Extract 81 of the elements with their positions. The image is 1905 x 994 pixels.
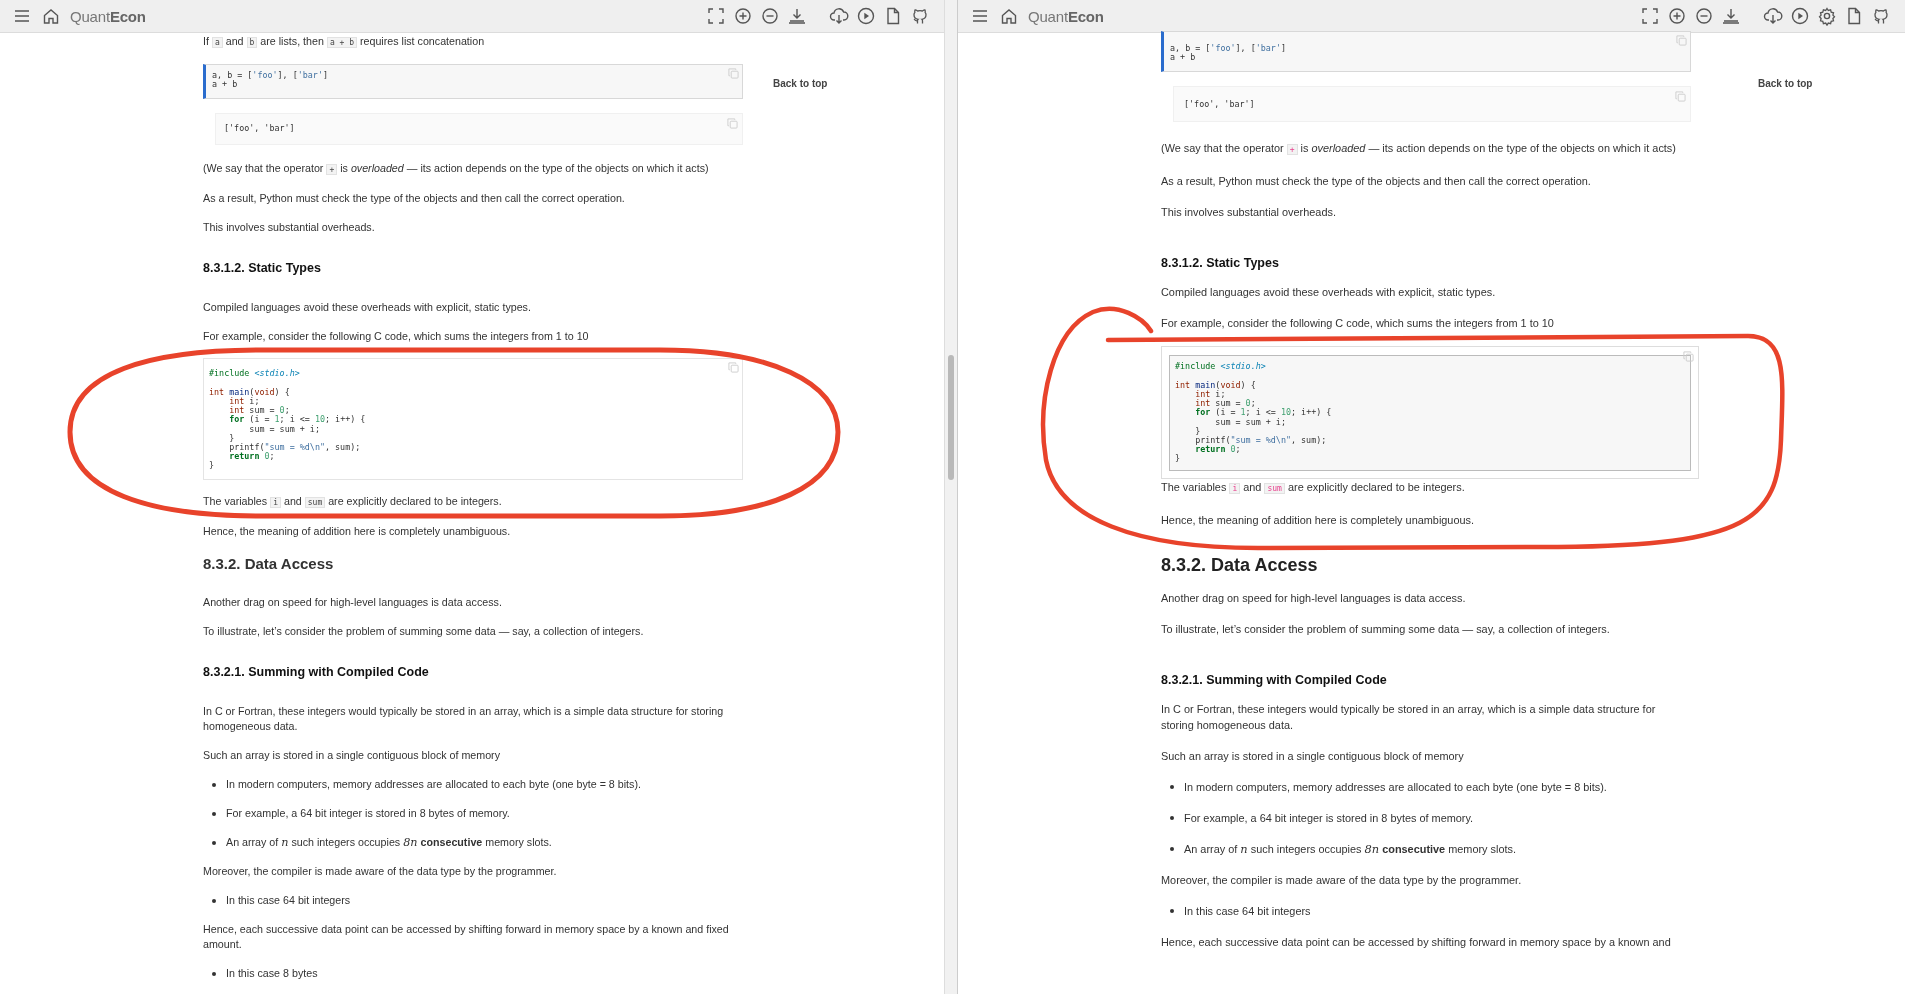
site-logo[interactable]: QuantEcon — [70, 7, 146, 25]
paragraph: This involves substantial overheads. — [1161, 205, 1337, 221]
bullet-icon — [1170, 784, 1174, 789]
paragraph: For example, consider the following C code, which sums the integers from 1 to 10 — [203, 329, 590, 345]
octocat-icon[interactable] — [910, 6, 930, 26]
site-logo[interactable]: QuantEcon — [1028, 7, 1104, 25]
paragraph: Such an array is stored in a single contiguous block of memory — [1161, 748, 1465, 764]
paragraph: Another drag on speed for high-level languages is data access. — [203, 594, 503, 610]
paragraph: Another drag on speed for high-level languages is data access. — [1161, 590, 1467, 606]
paragraph: In C or Fortran, these integers would typically be stored in an array, which is a simple data structure for storing homogeneous data. — [203, 703, 725, 734]
octocat-icon[interactable] — [1871, 6, 1891, 26]
paragraph: Such an array is stored in a single contiguous block of memory — [203, 747, 502, 763]
back-to-top-link[interactable]: Back to top — [1758, 78, 1813, 89]
bullet-icon — [212, 971, 216, 976]
section-heading: 8.3.1.2. Static Types — [1161, 255, 1280, 272]
bullet-icon — [212, 898, 216, 903]
output-block: ['foo', 'bar'] — [1173, 86, 1691, 123]
bullet-icon — [1170, 815, 1174, 820]
fullscreen-icon[interactable] — [706, 6, 726, 26]
scrollbar[interactable] — [944, 0, 957, 994]
bullet-icon — [1170, 846, 1174, 851]
list-item: An array of n such integers occupies 8n consecutive memory slots. — [1184, 840, 1516, 857]
paragraph: Hence, each successive data point can be accessed by shifting forward in memory space by a known and — [1161, 934, 1672, 950]
paragraph: For example, consider the following C code, which sums the integers from 1 to 10 — [1161, 316, 1555, 332]
list-item: In this case 64 bit integers — [226, 892, 351, 908]
paragraph: Moreover, the compiler is made aware of the data type by the programmer. — [203, 863, 558, 879]
list-item: In modern computers, memory addresses are allocated to each byte (one byte = 8 bits). — [226, 776, 641, 792]
list-item: An array of n such integers occupies 8n consecutive memory slots. — [226, 834, 552, 850]
back-to-top-link[interactable]: Back to top — [773, 78, 828, 89]
paragraph: To illustrate, let’s consider the problem of summing some data — say, a collection of integers. — [1161, 621, 1611, 637]
list-item: For example, a 64 bit integer is stored in 8 bytes of memory. — [1184, 810, 1474, 826]
play-icon[interactable] — [856, 6, 876, 26]
code-block: a, b = ['foo'], ['bar'] a + b — [1161, 31, 1691, 73]
zoom-in-icon[interactable] — [1667, 6, 1687, 26]
output-block: ['foo', 'bar'] — [215, 113, 743, 146]
section-heading: 8.3.1.2. Static Types — [203, 260, 322, 277]
list-item: In modern computers, memory addresses are allocated to each byte (one byte = 8 bits). — [1184, 779, 1607, 795]
settings-icon[interactable] — [1817, 6, 1837, 26]
cloud-download-icon[interactable] — [1763, 6, 1783, 26]
paragraph: Hence, each successive data point can be accessed by shifting forward in memory space by a known and fixed amount. — [203, 921, 730, 952]
paragraph: As a result, Python must check the type of the objects and then call the correct operation. — [1161, 174, 1592, 190]
section-heading: 8.3.2. Data Access — [203, 554, 335, 573]
code-block: a, b = ['foo'], ['bar'] a + b — [203, 64, 743, 100]
section-heading: 8.3.2.1. Summing with Compiled Code — [203, 663, 430, 680]
zoom-in-icon[interactable] — [733, 6, 753, 26]
menu-icon[interactable] — [14, 9, 30, 23]
bullet-icon — [1170, 908, 1174, 913]
list-item: In this case 8 bytes — [226, 965, 318, 981]
paragraph: (We say that the operator + is overloaded — its action depends on the type of the objects on which it acts) — [1161, 141, 1677, 158]
paragraph: Hence, the meaning of addition here is completely unambiguous. — [1161, 512, 1475, 528]
paragraph: The variables i and sum are explicitly declared to be integers. — [1161, 479, 1466, 496]
bullet-icon — [212, 840, 216, 845]
paragraph: In C or Fortran, these integers would typically be stored in an array, which is a simple data structure for storing homogeneous data. — [1161, 701, 1657, 733]
paragraph: To illustrate, let’s consider the problem of summing some data — say, a collection of integers. — [203, 623, 645, 639]
zoom-out-icon[interactable] — [1694, 6, 1714, 26]
paragraph: Compiled languages avoid these overheads with explicit, static types. — [1161, 285, 1497, 301]
home-icon[interactable] — [1000, 7, 1018, 25]
fullscreen-icon[interactable] — [1640, 6, 1660, 26]
paragraph: This involves substantial overheads. — [203, 220, 376, 236]
paragraph: As a result, Python must check the type of the objects and then call the correct operation. — [203, 191, 626, 207]
zoom-out-icon[interactable] — [760, 6, 780, 26]
download-icon[interactable] — [787, 6, 807, 26]
section-heading: 8.3.2.1. Summing with Compiled Code — [1161, 671, 1388, 688]
section-heading: 8.3.2. Data Access — [1161, 553, 1319, 576]
paragraph: (We say that the operator + is overloaded — its action depends on the type of the objects on which it acts) — [203, 161, 710, 178]
download-icon[interactable] — [1721, 6, 1741, 26]
code-block: #include <stdio.h> int main(void) { int i; int sum = 0; for (i = 1; i <= 10; i++) { sum = sum + i; } printf("sum = %d\n", sum); return 0; } — [1169, 355, 1691, 471]
cloud-download-icon[interactable] — [829, 6, 849, 26]
paragraph: Moreover, the compiler is made aware of the data type by the programmer. — [1161, 872, 1523, 888]
list-item: In this case 64 bit integers — [1184, 903, 1311, 919]
home-icon[interactable] — [42, 7, 60, 25]
paragraph: Compiled languages avoid these overheads with explicit, static types. — [203, 300, 532, 316]
bullet-icon — [212, 782, 216, 787]
bullet-icon — [212, 811, 216, 816]
paragraph: The variables i and sum are explicitly declared to be integers. — [203, 493, 503, 510]
list-item: For example, a 64 bit integer is stored in 8 bytes of memory. — [226, 805, 510, 821]
paragraph: Hence, the meaning of addition here is completely unambiguous. — [203, 523, 512, 539]
paragraph: If a and b are lists, then a + b requires list concatenation — [203, 34, 486, 50]
play-icon[interactable] — [1790, 6, 1810, 26]
code-block: #include <stdio.h> int main(void) { int i; int sum = 0; for (i = 1; i <= 10; i++) { sum = sum + i; } printf("sum = %d\n", sum); return 0; } — [203, 358, 743, 480]
menu-icon[interactable] — [972, 9, 988, 23]
